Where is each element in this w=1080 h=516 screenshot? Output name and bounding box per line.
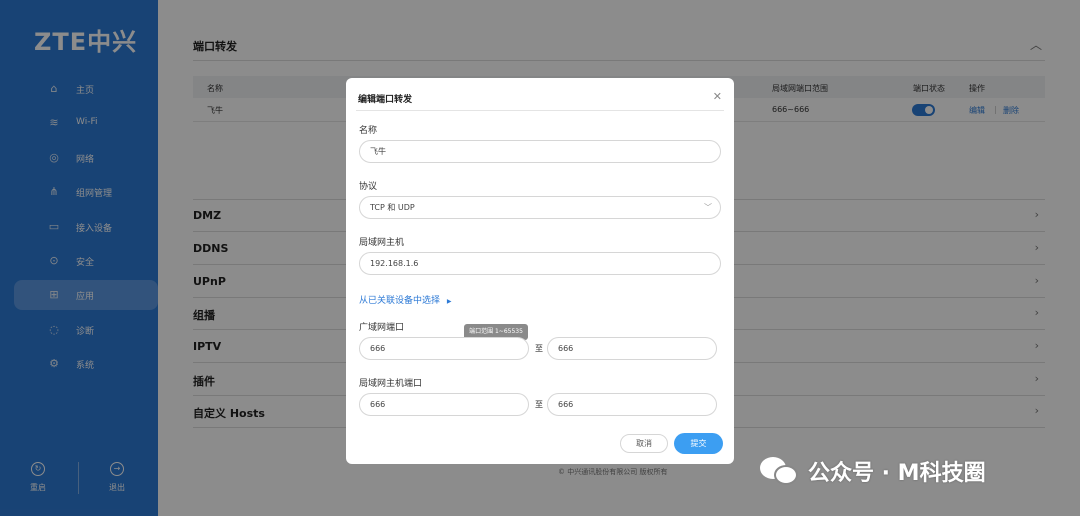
- name-label: 名称: [359, 126, 378, 136]
- dialog-title: 编辑端口转发: [358, 95, 413, 105]
- wan-port-label: 广域网端口: [359, 323, 405, 333]
- edit-port-forward-dialog: 编辑端口转发 ✕ 名称 飞牛 协议 TCP 和 UDP ﹀ 局域网主机 192.…: [346, 78, 734, 464]
- chevron-down-icon: ﹀: [704, 203, 712, 212]
- name-input[interactable]: 飞牛: [359, 140, 721, 163]
- lan-port-start-input[interactable]: 666: [359, 393, 529, 416]
- cancel-button[interactable]: 取消: [620, 434, 668, 453]
- lan-to-label: 至: [535, 400, 543, 409]
- dialog-divider: [356, 110, 724, 111]
- protocol-label: 协议: [359, 182, 378, 192]
- lan-port-label: 局域网主机端口: [359, 379, 423, 389]
- lan-host-label: 局域网主机: [359, 238, 405, 248]
- wan-port-start-input[interactable]: 666: [359, 337, 529, 360]
- submit-button[interactable]: 提交: [674, 433, 723, 454]
- watermark-text: 公众号 · M科技圈: [808, 461, 986, 486]
- watermark: 公众号 · M科技圈: [760, 455, 986, 487]
- caret-right-icon: ▶: [446, 298, 452, 305]
- wan-port-end-input[interactable]: 666: [547, 337, 717, 360]
- choose-link-label: 从已关联设备中选择: [359, 296, 441, 306]
- lan-port-end-input[interactable]: 666: [547, 393, 717, 416]
- protocol-select[interactable]: TCP 和 UDP ﹀: [359, 196, 721, 219]
- close-icon[interactable]: ✕: [713, 90, 722, 103]
- protocol-selected-value: TCP 和 UDP: [370, 203, 415, 212]
- choose-from-devices-link[interactable]: 从已关联设备中选择 ▶: [359, 293, 452, 306]
- lan-host-input[interactable]: 192.168.1.6: [359, 252, 721, 275]
- wan-to-label: 至: [535, 344, 543, 353]
- wechat-icon: [760, 455, 800, 487]
